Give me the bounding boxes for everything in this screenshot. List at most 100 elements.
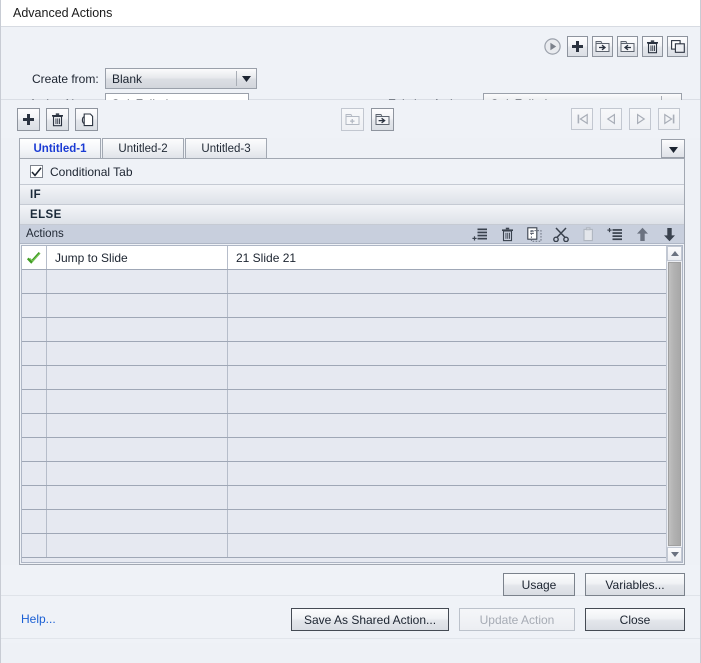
row-action-target[interactable] [228, 342, 666, 365]
row-action-name[interactable] [47, 270, 228, 293]
advanced-actions-dialog: Advanced Actions Create from: Blank Acti… [0, 0, 701, 663]
import-action-icon[interactable] [617, 36, 638, 57]
table-row[interactable] [22, 294, 666, 318]
row-enabled-check[interactable] [22, 246, 47, 269]
row-action-name[interactable] [47, 366, 228, 389]
row-action-name[interactable] [47, 318, 228, 341]
variables-button[interactable]: Variables... [585, 573, 685, 596]
row-enabled-check[interactable] [22, 294, 47, 317]
table-row[interactable] [22, 486, 666, 510]
row-enabled-check[interactable] [22, 414, 47, 437]
row-action-target[interactable] [228, 390, 666, 413]
table-row[interactable] [22, 342, 666, 366]
cut-row-icon[interactable] [553, 226, 569, 243]
row-action-target[interactable] [228, 366, 666, 389]
row-action-target[interactable]: 21 Slide 21 [228, 246, 666, 269]
row-enabled-check[interactable] [22, 462, 47, 485]
table-row[interactable] [22, 390, 666, 414]
table-row[interactable]: Jump to Slide 21 Slide 21 [22, 246, 666, 270]
export-action-icon[interactable] [592, 36, 613, 57]
move-down-icon[interactable] [661, 226, 677, 243]
row-enabled-check[interactable] [22, 390, 47, 413]
first-tab-icon[interactable] [571, 108, 593, 130]
table-row[interactable] [22, 510, 666, 534]
paste-row-icon[interactable] [580, 226, 596, 243]
actions-table-scrollbar[interactable] [666, 246, 682, 562]
close-button[interactable]: Close [585, 608, 685, 631]
delete-tab-icon[interactable] [46, 108, 69, 131]
row-enabled-check[interactable] [22, 342, 47, 365]
add-tab-icon[interactable] [17, 108, 40, 131]
row-enabled-check[interactable] [22, 510, 47, 533]
row-action-target[interactable] [228, 294, 666, 317]
update-action-button[interactable]: Update Action [459, 608, 575, 631]
row-action-target[interactable] [228, 414, 666, 437]
table-row[interactable] [22, 534, 666, 558]
row-action-name[interactable] [47, 534, 228, 557]
row-action-target[interactable] [228, 486, 666, 509]
row-action-name[interactable] [47, 342, 228, 365]
tab-untitled-1[interactable]: Untitled-1 [19, 138, 101, 158]
scroll-down-icon[interactable] [667, 547, 682, 562]
conditional-tab-row[interactable]: Conditional Tab [20, 159, 684, 185]
tab-untitled-2[interactable]: Untitled-2 [102, 138, 184, 158]
row-action-name[interactable] [47, 462, 228, 485]
delete-action-icon[interactable] [642, 36, 663, 57]
tab-untitled-3[interactable]: Untitled-3 [185, 138, 267, 158]
row-action-name[interactable] [47, 294, 228, 317]
add-action-icon[interactable] [567, 36, 588, 57]
else-section-header[interactable]: ELSE [20, 205, 684, 225]
row-action-target[interactable] [228, 534, 666, 557]
scrollbar-thumb[interactable] [668, 262, 681, 546]
decision-content-panel: Conditional Tab IF ELSE Actions Jump to … [19, 158, 685, 565]
row-action-target[interactable] [228, 438, 666, 461]
duplicate-action-icon[interactable] [667, 36, 688, 57]
dialog-titlebar: Advanced Actions [1, 0, 700, 27]
background-window-edge [1, 634, 700, 643]
delete-row-icon[interactable] [499, 226, 515, 243]
table-row[interactable] [22, 270, 666, 294]
preview-play-icon[interactable] [542, 36, 563, 57]
row-enabled-check[interactable] [22, 534, 47, 557]
table-row[interactable] [22, 366, 666, 390]
save-as-shared-action-button[interactable]: Save As Shared Action... [291, 608, 449, 631]
usage-button[interactable]: Usage [503, 573, 575, 596]
save-to-library-icon[interactable] [341, 108, 364, 131]
variables-label: Variables... [605, 577, 665, 592]
if-section-header[interactable]: IF [20, 185, 684, 205]
previous-tab-icon[interactable] [600, 108, 622, 130]
table-row[interactable] [22, 318, 666, 342]
next-tab-icon[interactable] [629, 108, 651, 130]
row-action-name[interactable] [47, 414, 228, 437]
row-action-name[interactable] [47, 510, 228, 533]
row-action-target[interactable] [228, 462, 666, 485]
row-enabled-check[interactable] [22, 270, 47, 293]
row-action-target[interactable] [228, 270, 666, 293]
row-action-target[interactable] [228, 510, 666, 533]
open-from-library-icon[interactable] [371, 108, 394, 131]
row-enabled-check[interactable] [22, 438, 47, 461]
add-row-icon[interactable] [472, 226, 488, 243]
table-row[interactable] [22, 438, 666, 462]
scroll-up-icon[interactable] [667, 246, 682, 261]
tab-overflow-button[interactable] [661, 139, 685, 158]
row-enabled-check[interactable] [22, 366, 47, 389]
row-action-name[interactable] [47, 486, 228, 509]
last-tab-icon[interactable] [658, 108, 680, 130]
insert-row-icon[interactable] [607, 226, 623, 243]
row-action-target[interactable] [228, 318, 666, 341]
move-up-icon[interactable] [634, 226, 650, 243]
help-link[interactable]: Help... [21, 612, 56, 626]
scrollbar-track[interactable] [667, 261, 682, 547]
table-row[interactable] [22, 462, 666, 486]
row-enabled-check[interactable] [22, 486, 47, 509]
row-action-name[interactable]: Jump to Slide [47, 246, 228, 269]
create-from-dropdown[interactable]: Blank [105, 68, 257, 89]
row-enabled-check[interactable] [22, 318, 47, 341]
copy-row-icon[interactable] [526, 226, 542, 243]
conditional-tab-checkbox[interactable] [30, 165, 43, 178]
row-action-name[interactable] [47, 390, 228, 413]
duplicate-tab-icon[interactable] [75, 108, 98, 131]
row-action-name[interactable] [47, 438, 228, 461]
table-row[interactable] [22, 414, 666, 438]
